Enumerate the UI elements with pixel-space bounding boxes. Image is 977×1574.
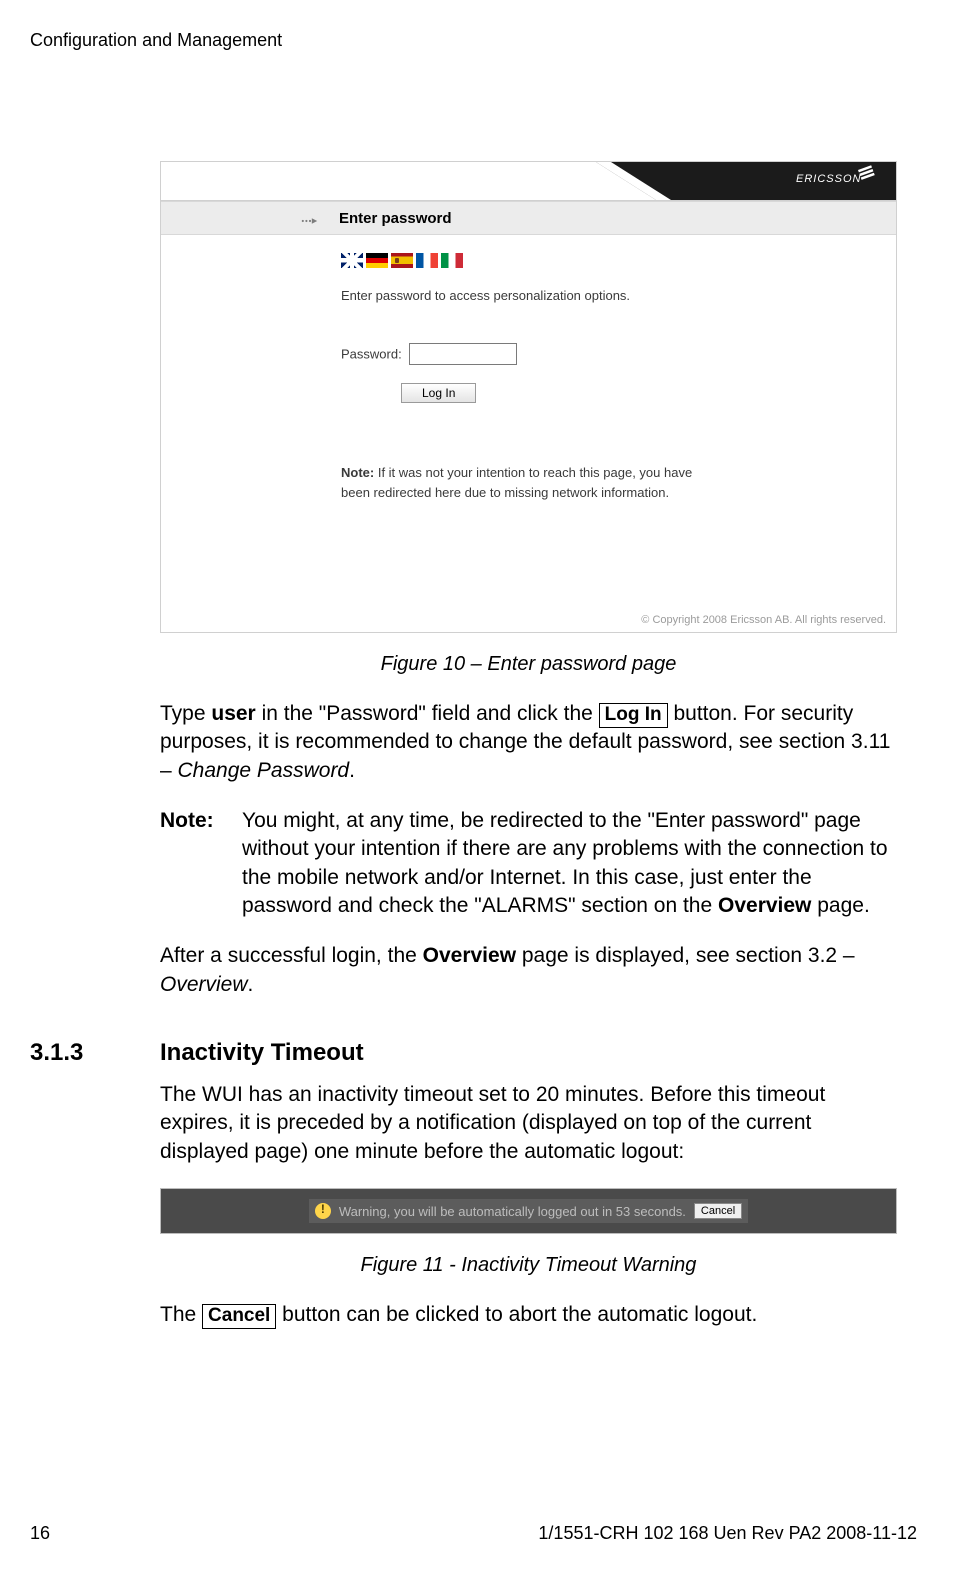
ericsson-logo-text: ERICSSON [796,173,861,185]
page-number: 16 [30,1523,50,1544]
ericsson-banner: ERICSSON [161,162,896,201]
paragraph-type-user: Type user in the "Password" field and cl… [160,700,897,785]
section-bar: Enter password [161,201,896,235]
cancel-button-ref: Cancel [202,1304,276,1329]
flag-uk-icon[interactable] [341,253,363,268]
section-title: Inactivity Timeout [160,1039,364,1067]
figure-10-enter-password: ERICSSON [160,161,897,633]
login-instruction: Enter password to access personalization… [341,288,716,303]
password-input[interactable] [409,343,517,365]
figure-11-caption: Figure 11 - Inactivity Timeout Warning [160,1254,897,1277]
password-label: Password: [341,347,402,362]
arrow-icon [301,213,319,223]
login-redirect-note: Note: If it was not your intention to re… [341,463,716,502]
doc-reference: 1/1551-CRH 102 168 Uen Rev PA2 2008-11-1… [538,1523,917,1544]
note-redirect: Note: You might, at any time, be redirec… [160,807,897,920]
enter-password-heading: Enter password [339,210,452,227]
paragraph-after-login: After a successful login, the Overview p… [160,942,897,999]
warning-text: Warning, you will be automatically logge… [339,1204,686,1219]
figure-10-caption: Figure 10 – Enter password page [160,653,897,676]
flag-es-icon[interactable] [391,253,413,268]
note-label: Note: [160,807,242,920]
flag-de-icon[interactable] [366,253,388,268]
figure-11-timeout-warning: Warning, you will be automatically logge… [160,1188,897,1234]
copyright-text: © Copyright 2008 Ericsson AB. All rights… [641,614,886,626]
paragraph-timeout: The WUI has an inactivity timeout set to… [160,1081,897,1166]
login-button[interactable]: Log In [401,383,476,403]
flag-fr-icon[interactable] [416,253,438,268]
warning-icon [315,1203,331,1219]
language-flags [341,253,716,268]
paragraph-cancel: The Cancel button can be clicked to abor… [160,1301,897,1329]
cancel-button[interactable]: Cancel [694,1203,742,1219]
section-number: 3.1.3 [30,1039,160,1067]
login-button-ref: Log In [599,703,668,728]
page-header: Configuration and Management [30,30,917,51]
flag-it-icon[interactable] [441,253,463,268]
